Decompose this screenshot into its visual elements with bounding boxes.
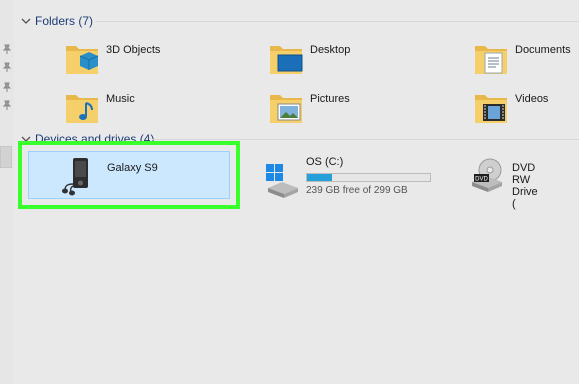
folder-label: Music <box>106 93 135 105</box>
folder-3d-objects[interactable]: 3D Objects <box>64 40 160 76</box>
folder-pictures[interactable]: Pictures <box>268 89 350 125</box>
folders-section-label: Folders (7) <box>35 14 94 28</box>
music-folder-icon <box>66 95 98 123</box>
svg-text:DVD: DVD <box>475 177 488 183</box>
dvd-drive-icon: DVD <box>472 158 502 192</box>
3d-objects-folder-icon <box>66 46 99 74</box>
drive-label: OS (C:) <box>306 156 344 168</box>
folders-section-header[interactable]: Folders (7) <box>20 14 93 28</box>
chevron-down-icon <box>21 18 31 24</box>
section-divider <box>96 21 579 22</box>
drive-free-space: 239 GB free of 299 GB <box>306 185 408 196</box>
folder-label: Documents <box>515 44 571 56</box>
folder-videos[interactable]: Videos <box>473 89 548 125</box>
folder-label: Videos <box>515 93 549 105</box>
folder-label: Desktop <box>310 44 351 56</box>
videos-folder-icon <box>475 95 507 123</box>
folder-documents[interactable]: Documents <box>473 40 571 76</box>
pin-icon[interactable] <box>2 44 12 54</box>
drive-label: DVD RW Drive ( <box>512 162 538 210</box>
drive-usage-fill <box>307 174 332 181</box>
file-explorer-this-pc: Folders (7) 3D Objects Desktop Documents <box>0 0 579 384</box>
device-label: Galaxy S9 <box>107 162 158 174</box>
documents-folder-icon <box>475 46 507 74</box>
pictures-folder-icon <box>270 95 302 123</box>
pin-icon[interactable] <box>2 100 12 110</box>
quick-access-pane-edge <box>0 0 14 384</box>
media-player-icon <box>62 158 88 196</box>
folder-label: 3D Objects <box>106 44 161 56</box>
pin-icon[interactable] <box>2 82 12 92</box>
folder-music[interactable]: Music <box>64 89 135 125</box>
desktop-folder-icon <box>270 46 303 74</box>
folder-label: Pictures <box>310 93 350 105</box>
folder-desktop[interactable]: Desktop <box>268 40 350 76</box>
pin-icon[interactable] <box>2 62 12 72</box>
windows-drive-icon <box>266 164 298 198</box>
section-divider <box>152 139 579 140</box>
navigation-pane-scrollbar[interactable] <box>0 146 12 168</box>
drive-usage-bar <box>306 173 431 182</box>
highlight-frame: Galaxy S9 <box>18 141 240 209</box>
device-galaxy-s9[interactable]: Galaxy S9 <box>28 151 230 199</box>
